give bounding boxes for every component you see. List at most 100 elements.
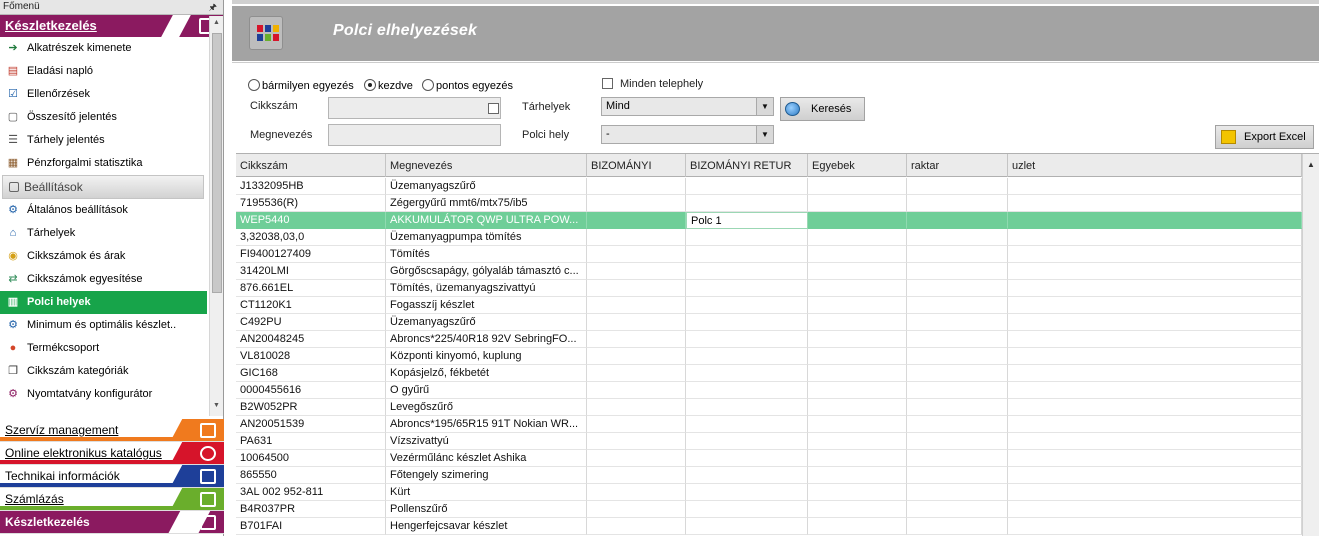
table-cell[interactable] [686, 229, 808, 246]
table-cell[interactable]: FI9400127409 [236, 246, 386, 263]
table-cell[interactable] [587, 518, 686, 535]
table-cell[interactable] [686, 450, 808, 467]
table-cell[interactable] [808, 501, 907, 518]
sidebar-item-prices[interactable]: ◉ Cikkszámok és árak [0, 245, 207, 268]
table-cell[interactable] [907, 501, 1008, 518]
module-online-catalog[interactable]: Online elektronikus katalógus [0, 442, 224, 465]
table-row[interactable]: CT1120K1 Fogasszíj készlet [236, 297, 1302, 314]
table-cell[interactable] [907, 382, 1008, 399]
table-row[interactable]: J1332095HB Üzemanyagszűrő [236, 178, 1302, 195]
sidebar-item-categories[interactable]: ❐ Cikkszám kategóriák [0, 360, 207, 383]
table-cell[interactable]: Fogasszíj készlet [386, 297, 587, 314]
table-cell[interactable]: B2W052PR [236, 399, 386, 416]
table-cell[interactable] [808, 467, 907, 484]
sidebar-item-shelf-locations[interactable]: ▥ Polci helyek [0, 291, 207, 314]
table-cell[interactable] [808, 314, 907, 331]
table-cell[interactable]: AN20051539 [236, 416, 386, 433]
all-sites-checkbox[interactable] [602, 78, 613, 89]
table-cell[interactable]: Vezérműlánc készlet Ashika [386, 450, 587, 467]
table-cell[interactable]: 876.661EL [236, 280, 386, 297]
table-cell[interactable] [587, 331, 686, 348]
nav-scrollbar[interactable]: ▲ ▼ [209, 16, 223, 416]
table-cell[interactable]: Üzemanyagpumpa tömítés [386, 229, 587, 246]
table-cell[interactable] [1008, 450, 1302, 467]
table-cell[interactable] [587, 263, 686, 280]
table-cell[interactable] [907, 280, 1008, 297]
sidebar-item-cashflow-stats[interactable]: ▦ Pénzforgalmi statisztika [0, 152, 207, 175]
table-cell[interactable] [1008, 314, 1302, 331]
table-cell[interactable] [808, 246, 907, 263]
cikkszam-exact-checkbox[interactable] [488, 103, 499, 114]
table-cell[interactable] [1008, 484, 1302, 501]
table-cell[interactable] [686, 433, 808, 450]
table-row[interactable]: AN20048245 Abroncs*225/40R18 92V SebringF… [236, 331, 1302, 348]
table-cell[interactable]: CT1120K1 [236, 297, 386, 314]
table-cell[interactable] [808, 195, 907, 212]
table-cell[interactable]: WEP5440 [236, 212, 386, 229]
table-cell[interactable] [587, 365, 686, 382]
scroll-up-icon[interactable]: ▲ [1307, 160, 1315, 169]
sidebar-item-summary-report[interactable]: ▢ Összesítő jelentés [0, 106, 207, 129]
table-row[interactable]: 3AL 002 952-811 Kürt [236, 484, 1302, 501]
table-cell[interactable]: Tömítés, üzemanyagszivattyú [386, 280, 587, 297]
table-cell[interactable]: B4R037PR [236, 501, 386, 518]
table-cell[interactable] [1008, 212, 1302, 229]
table-cell[interactable] [1008, 416, 1302, 433]
table-row[interactable]: C492PU Üzemanyagszűrő [236, 314, 1302, 331]
table-cell[interactable] [907, 467, 1008, 484]
table-cell[interactable] [808, 382, 907, 399]
table-row[interactable]: VL810028 Központi kinyomó, kuplung [236, 348, 1302, 365]
table-row[interactable]: B4R037PR Pollenszűrő [236, 501, 1302, 518]
table-cell[interactable] [808, 280, 907, 297]
match-any-radio[interactable]: bármilyen egyezés [248, 79, 354, 92]
column-header-egyebek[interactable]: Egyebek [808, 154, 907, 177]
table-cell[interactable] [907, 314, 1008, 331]
table-cell[interactable] [907, 331, 1008, 348]
table-row[interactable]: WEP5440 AKKUMULÁTOR QWP ULTRA POW... Polc … [236, 212, 1302, 229]
search-button[interactable]: Keresés [780, 97, 865, 121]
table-cell[interactable]: 31420LMI [236, 263, 386, 280]
table-cell[interactable] [808, 331, 907, 348]
table-cell[interactable]: 865550 [236, 467, 386, 484]
table-cell[interactable] [587, 399, 686, 416]
table-cell[interactable] [686, 501, 808, 518]
table-cell[interactable]: B701FAI [236, 518, 386, 535]
table-cell[interactable] [587, 348, 686, 365]
table-cell[interactable] [587, 450, 686, 467]
export-excel-button[interactable]: Export Excel [1215, 125, 1314, 149]
table-cell[interactable] [587, 246, 686, 263]
table-row[interactable]: B2W052PR Levegőszűrő [236, 399, 1302, 416]
table-cell[interactable] [907, 450, 1008, 467]
table-cell[interactable] [1008, 297, 1302, 314]
table-cell[interactable]: AKKUMULÁTOR QWP ULTRA POW... [386, 212, 587, 229]
chevron-down-icon[interactable]: ▼ [756, 126, 773, 143]
table-cell[interactable]: Üzemanyagszűrő [386, 314, 587, 331]
sidebar-item-min-stock[interactable]: ⚙ Minimum és optimális készlet.. [0, 314, 207, 337]
table-cell[interactable]: Vízszivattyú [386, 433, 587, 450]
module-invoicing[interactable]: Számlázás [0, 488, 224, 511]
table-cell[interactable]: AN20048245 [236, 331, 386, 348]
scroll-up-icon[interactable]: ▲ [213, 19, 220, 26]
table-cell[interactable] [1008, 280, 1302, 297]
table-cell[interactable] [686, 314, 808, 331]
table-cell[interactable]: 0000455616 [236, 382, 386, 399]
table-cell[interactable] [1008, 365, 1302, 382]
table-cell[interactable] [1008, 501, 1302, 518]
scroll-down-icon[interactable]: ▼ [213, 402, 220, 409]
table-cell[interactable]: Kopásjelző, fékbetét [386, 365, 587, 382]
table-cell[interactable] [686, 297, 808, 314]
table-row[interactable]: FI9400127409 Tömítés [236, 246, 1302, 263]
table-cell[interactable]: Tömítés [386, 246, 587, 263]
module-technical-info[interactable]: Technikai információk [0, 465, 224, 488]
table-cell[interactable] [587, 280, 686, 297]
match-starts-radio[interactable]: kezdve [364, 79, 413, 92]
table-row[interactable]: B701FAI Hengerfejcsavar készlet [236, 518, 1302, 535]
table-cell[interactable] [1008, 467, 1302, 484]
table-cell[interactable] [587, 484, 686, 501]
table-cell[interactable] [808, 263, 907, 280]
sidebar-item-print-config[interactable]: ⚙ Nyomtatvány konfigurátor [0, 383, 207, 406]
sidebar-item-parts-output[interactable]: ➔ Alkatrészek kimenete [0, 37, 207, 60]
table-cell[interactable] [808, 399, 907, 416]
match-exact-radio[interactable]: pontos egyezés [422, 79, 513, 92]
column-header-bizomanyi[interactable]: BIZOMÁNYI [587, 154, 686, 177]
